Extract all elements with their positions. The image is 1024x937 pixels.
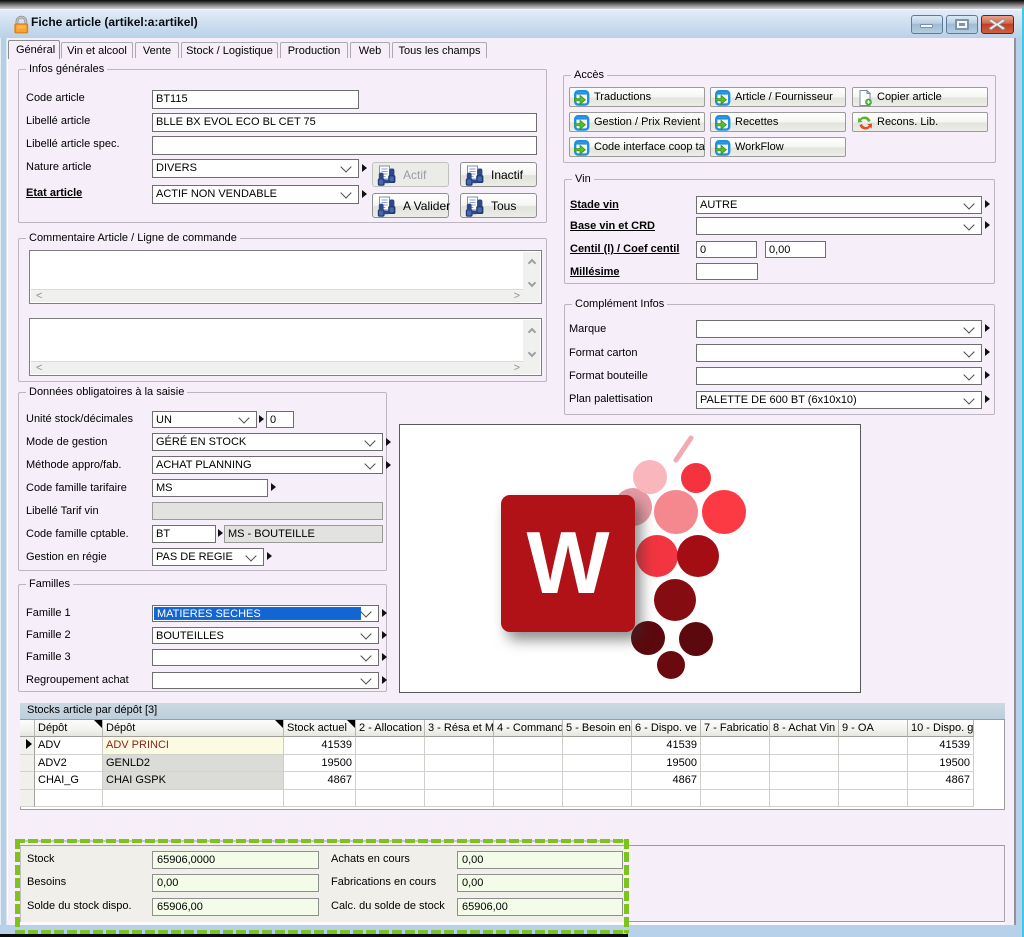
- svg-text:W: W: [526, 513, 609, 612]
